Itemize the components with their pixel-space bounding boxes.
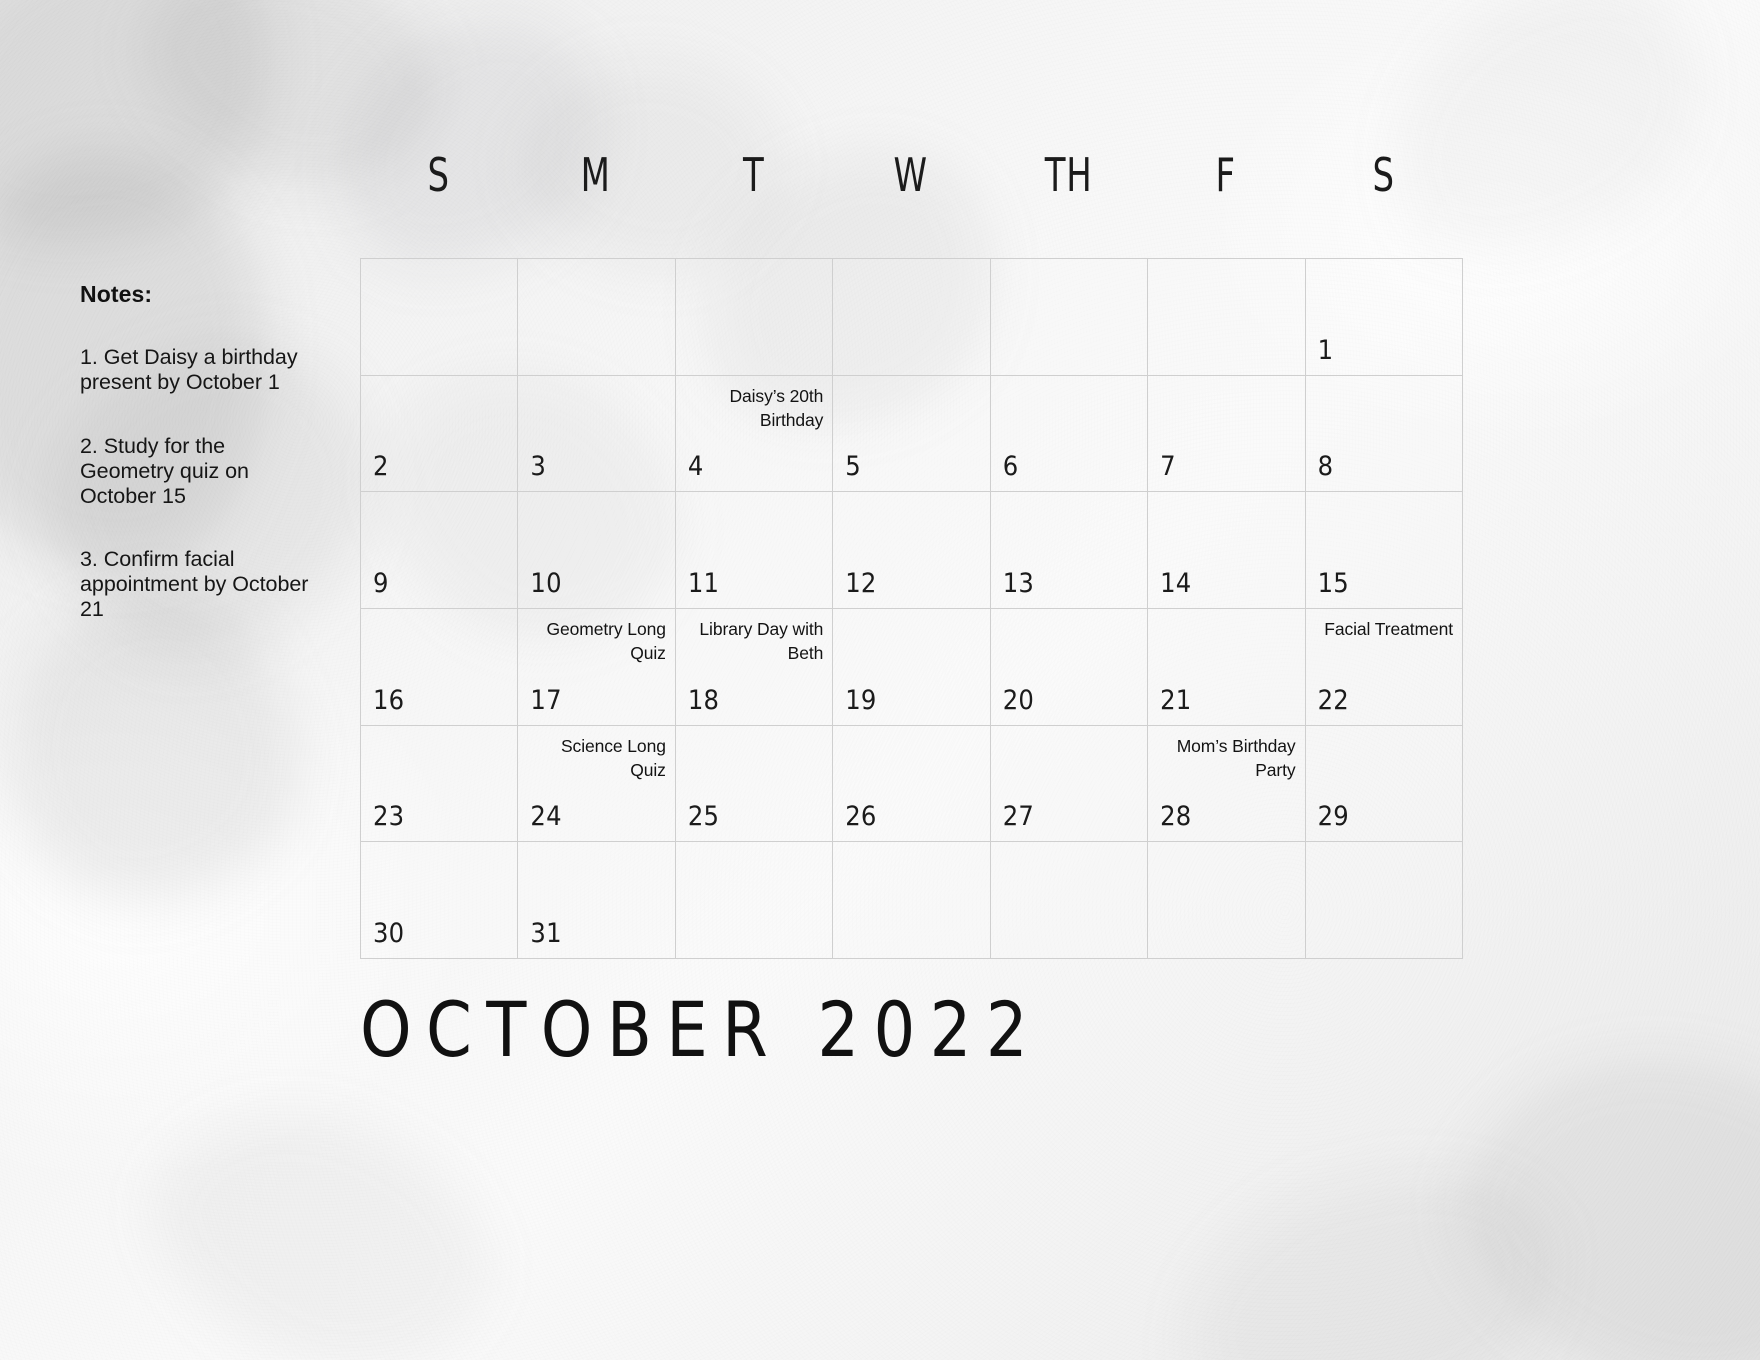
calendar-empty-cell[interactable]	[361, 259, 519, 376]
weekday-header-tuesday: T	[742, 148, 765, 202]
calendar-day-cell[interactable]: 31	[518, 842, 676, 959]
leaf-shadow-icon	[0, 0, 318, 289]
calendar-empty-cell[interactable]	[833, 842, 991, 959]
weekday-header-saturday: S	[1372, 148, 1395, 202]
calendar-event-label: Science Long Quiz	[560, 735, 666, 780]
calendar-event-label: Library Day with Beth	[699, 618, 824, 664]
calendar-day-cell[interactable]: 3	[518, 375, 676, 493]
calendar-day-number: 16	[373, 684, 405, 716]
calendar-day-number: 9	[373, 567, 389, 599]
calendar-day-number: 27	[1002, 801, 1035, 833]
calendar-empty-cell[interactable]	[1148, 842, 1306, 959]
calendar-day-cell[interactable]: Facial Treatment 22	[1305, 608, 1463, 726]
calendar-empty-cell[interactable]	[675, 259, 834, 376]
calendar-day-number: 7	[1160, 451, 1176, 483]
calendar-empty-cell[interactable]	[1148, 259, 1306, 376]
calendar-empty-cell[interactable]	[990, 842, 1149, 959]
calendar-day-cell[interactable]: 9	[361, 492, 519, 609]
calendar-day-cell[interactable]: Science Long Quiz 24	[518, 725, 676, 843]
calendar-day-number: 10	[530, 567, 562, 599]
calendar-day-number: 13	[1002, 567, 1035, 599]
calendar-day-cell[interactable]: Mom’s Birthday Party 28	[1148, 725, 1306, 843]
calendar-empty-cell[interactable]	[518, 259, 676, 376]
calendar-day-cell[interactable]: 26	[833, 725, 991, 843]
calendar-day-cell[interactable]: 20	[990, 608, 1149, 726]
calendar-day-cell[interactable]: 27	[990, 725, 1149, 843]
calendar-empty-cell[interactable]	[675, 842, 834, 959]
calendar-day-number: 20	[1002, 684, 1035, 716]
calendar-day-number: 25	[687, 801, 720, 833]
calendar-day-number: 17	[530, 684, 562, 716]
calendar-day-number: 12	[845, 567, 877, 599]
calendar-day-cell[interactable]: Daisy’s 20th Birthday 4	[675, 375, 834, 493]
calendar-day-number: 3	[530, 451, 547, 483]
weekday-header-sunday: S	[427, 148, 450, 202]
calendar-day-cell[interactable]: 6	[990, 375, 1149, 493]
note-item: 3. Confirm facial appointment by October…	[80, 547, 309, 622]
calendar-grid: 1 2 3 Daisy’s 20th Birthday 4 5 6 7 8 9 10 11 12 13 14…	[360, 258, 1463, 959]
calendar-day-cell[interactable]: 11	[675, 492, 834, 609]
calendar-day-cell[interactable]: 29	[1305, 725, 1463, 843]
calendar-day-number: 23	[373, 801, 405, 833]
calendar-day-cell[interactable]: 19	[833, 608, 991, 726]
notes-panel: Notes: 1. Get Daisy a birthday present b…	[80, 281, 310, 622]
weekday-header-row: S M T W TH F S	[360, 152, 1462, 198]
calendar-day-number: 6	[1002, 451, 1019, 483]
calendar-day-number: 26	[845, 801, 877, 833]
calendar-event-label: Facial Treatment	[1324, 618, 1453, 639]
calendar-day-cell[interactable]: 16	[361, 608, 519, 726]
leaf-shadow-icon	[1159, 1143, 1581, 1360]
calendar-day-number: 4	[687, 451, 704, 483]
weekday-header-thursday: TH	[1044, 148, 1093, 202]
calendar-day-cell[interactable]: 5	[833, 375, 991, 493]
calendar-day-cell[interactable]: Geometry Long Quiz 17	[518, 608, 676, 726]
note-item: 1. Get Daisy a birthday present by Octob…	[80, 345, 298, 395]
month-title: OCTOBER 2022	[360, 985, 1042, 1074]
weekday-header-friday: F	[1215, 148, 1237, 202]
calendar-event-label: Mom’s Birthday Party	[1176, 735, 1296, 780]
calendar-empty-cell[interactable]	[990, 259, 1149, 376]
calendar-empty-cell[interactable]	[833, 259, 991, 376]
calendar-day-number: 1	[1317, 334, 1334, 366]
calendar-day-cell[interactable]: Library Day with Beth 18	[675, 608, 834, 726]
weekday-header-wednesday: W	[893, 148, 929, 202]
calendar-day-number: 30	[373, 917, 405, 949]
calendar-day-number: 19	[845, 684, 877, 716]
calendar-day-cell[interactable]: 14	[1148, 492, 1306, 609]
leaf-shadow-icon	[114, 1057, 526, 1360]
calendar-event-label: Geometry Long Quiz	[546, 618, 666, 664]
calendar-page: Notes: 1. Get Daisy a birthday present b…	[0, 0, 1760, 1360]
calendar-day-number: 11	[687, 567, 720, 599]
calendar-day-cell[interactable]: 21	[1148, 608, 1306, 726]
weekday-header-monday: M	[581, 148, 612, 202]
calendar-day-number: 31	[530, 917, 562, 949]
calendar-event-label: Daisy’s 20th Birthday	[729, 385, 824, 430]
calendar-day-cell[interactable]: 10	[518, 492, 676, 609]
notes-heading: Notes:	[80, 281, 153, 307]
calendar-day-number: 14	[1160, 567, 1192, 599]
calendar-empty-cell[interactable]	[1305, 842, 1463, 959]
calendar-day-number: 8	[1317, 451, 1334, 483]
calendar-day-cell[interactable]: 23	[361, 725, 519, 843]
calendar-day-number: 24	[530, 801, 562, 833]
calendar-day-number: 22	[1317, 684, 1349, 716]
calendar-day-cell[interactable]: 8	[1305, 375, 1463, 493]
calendar-day-number: 21	[1160, 684, 1192, 716]
calendar-day-cell[interactable]: 12	[833, 492, 991, 609]
calendar-day-cell[interactable]: 1	[1305, 259, 1463, 376]
calendar-day-number: 5	[845, 451, 861, 483]
calendar-day-number: 28	[1160, 801, 1192, 833]
calendar-day-number: 29	[1317, 801, 1349, 833]
calendar-day-cell[interactable]: 15	[1305, 492, 1463, 609]
calendar-day-cell[interactable]: 30	[361, 842, 519, 959]
calendar-day-number: 15	[1317, 567, 1349, 599]
calendar-day-cell[interactable]: 7	[1148, 375, 1306, 493]
calendar-day-cell[interactable]: 25	[675, 725, 834, 843]
calendar-day-cell[interactable]: 2	[361, 375, 519, 493]
calendar-day-number: 18	[687, 684, 720, 716]
calendar-day-number: 2	[373, 451, 389, 483]
leaf-shadow-icon	[1420, 1002, 1760, 1360]
note-item: 2. Study for the Geometry quiz on Octobe…	[80, 433, 249, 508]
calendar-day-cell[interactable]: 13	[990, 492, 1149, 609]
